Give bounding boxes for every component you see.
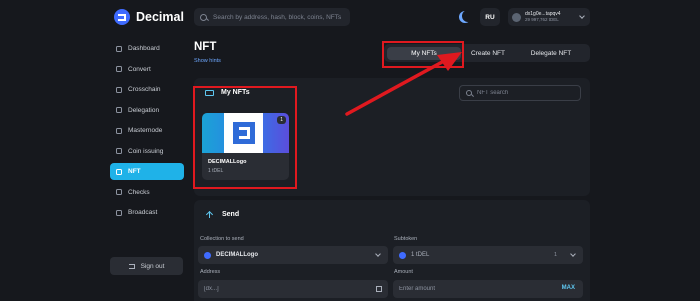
subtoken-value: 1 (553, 252, 557, 258)
sidebar-item-broadcast[interactable]: Broadcast (110, 204, 184, 221)
global-search-input[interactable] (213, 13, 349, 21)
send-header: Send (205, 210, 239, 219)
sign-out-icon (128, 263, 135, 269)
broadcast-icon (116, 209, 122, 216)
collection-label: Collection to send (200, 236, 244, 242)
account-menu[interactable]: dx1g0e...tapqv4 29 997,762 tDEL (508, 8, 590, 26)
amount-field[interactable]: MAX (393, 280, 583, 298)
sidebar-item-label: Dashboard (128, 45, 160, 52)
masternode-icon (116, 127, 122, 134)
collection-value: DECIMALLogo (216, 252, 258, 258)
show-hints-link[interactable]: Show hints (194, 58, 221, 64)
sidebar-item-checks[interactable]: Checks (110, 184, 184, 201)
chevron-down-icon (375, 251, 381, 257)
sidebar-item-masternode[interactable]: Masternode (110, 122, 184, 139)
send-title: Send (222, 211, 240, 218)
send-arrow-icon (205, 210, 214, 219)
address-label: Address (200, 269, 221, 275)
amount-input[interactable] (399, 286, 519, 292)
collection-coin-icon (204, 251, 211, 259)
subtoken-select[interactable]: 1 tDEL 1 (393, 246, 583, 264)
sidebar-item-nft[interactable]: NFT (110, 163, 184, 180)
sidebar-item-convert[interactable]: Convert (110, 61, 184, 78)
coin-issuing-icon (116, 148, 122, 154)
nft-icon (116, 168, 122, 175)
max-button[interactable]: MAX (562, 285, 575, 291)
decimal-logo-icon (114, 9, 130, 25)
delegation-icon (116, 107, 122, 113)
checks-icon (116, 189, 122, 195)
chevron-down-icon (570, 251, 576, 257)
highlight-box-my-nfts (193, 86, 297, 189)
sidebar-item-label: Convert (128, 65, 151, 73)
qr-code-icon[interactable] (376, 286, 382, 292)
crosschain-icon (116, 86, 122, 93)
sidebar-item-label: Coin issuing (128, 147, 164, 155)
language-switch[interactable]: RU (480, 8, 500, 26)
logo[interactable]: Decimal (114, 9, 184, 25)
sidebar-item-label: NFT (128, 168, 141, 175)
sign-out-label: Sign out (140, 262, 165, 270)
sidebar-item-label: Broadcast (128, 209, 158, 216)
theme-toggle-moon-icon[interactable] (462, 10, 474, 22)
top-bar (0, 0, 700, 34)
account-balance: 29 997,762 tDEL (525, 16, 559, 22)
sidebar-item-label: Checks (128, 188, 150, 196)
dashboard-icon (116, 45, 122, 52)
sign-out-button[interactable]: Sign out (110, 257, 183, 275)
sidebar-item-delegation[interactable]: Delegation (110, 102, 184, 119)
sidebar-item-dashboard[interactable]: Dashboard (110, 40, 184, 57)
collection-select[interactable]: DECIMALLogo (198, 246, 388, 264)
nft-search-input[interactable] (477, 90, 577, 96)
global-search[interactable] (194, 8, 350, 26)
sidebar-item-label: Crosschain (128, 86, 161, 93)
subtoken-name: 1 tDEL (411, 252, 430, 258)
account-address: dx1g0e...tapqv4 (525, 10, 561, 17)
sidebar-item-label: Masternode (128, 127, 163, 134)
chevron-down-icon (579, 13, 585, 19)
sidebar-item-coin-issuing[interactable]: Coin issuing (110, 143, 184, 160)
annotation-arrow (345, 52, 462, 116)
sidebar-item-crosschain[interactable]: Crosschain (110, 81, 184, 98)
address-field[interactable] (198, 280, 388, 298)
search-icon (200, 13, 207, 21)
account-avatar (512, 12, 521, 22)
sidebar: Dashboard Convert Crosschain Delegation … (110, 40, 184, 225)
amount-label: Amount (394, 269, 413, 275)
brand-name: Decimal (136, 10, 184, 24)
nft-search[interactable] (459, 85, 581, 101)
subtoken-label: Subtoken (394, 236, 418, 242)
sidebar-item-label: Delegation (128, 106, 160, 114)
tab-create-nft[interactable]: Create NFT (461, 47, 515, 60)
search-icon (466, 90, 472, 96)
subtoken-coin-icon (399, 251, 406, 259)
tab-delegate-nft[interactable]: Delegate NFT (515, 47, 587, 60)
convert-icon (116, 66, 122, 72)
page-title: NFT (194, 41, 217, 53)
address-input[interactable] (204, 286, 324, 292)
